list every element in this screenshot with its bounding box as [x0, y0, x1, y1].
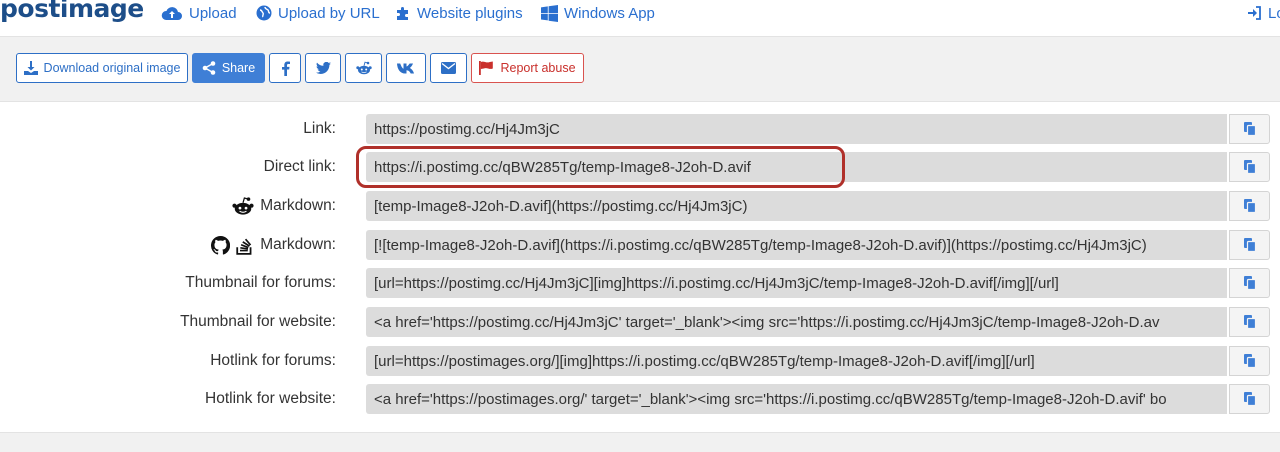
- nav-website-plugins[interactable]: Website plugins: [395, 3, 523, 23]
- github-icon: [211, 235, 231, 255]
- copy-button[interactable]: [1229, 191, 1270, 221]
- row-label: Markdown:: [260, 197, 336, 214]
- report-abuse-button[interactable]: Report abuse: [471, 53, 584, 83]
- vk-share-button[interactable]: [386, 53, 426, 83]
- reddit-icon: [355, 61, 372, 75]
- download-original-label: Download original image: [43, 61, 181, 75]
- copy-button[interactable]: [1229, 346, 1270, 376]
- row-label: Hotlink for forums:: [210, 352, 336, 369]
- download-original-button[interactable]: Download original image: [16, 53, 188, 83]
- puzzle-icon: [397, 7, 408, 20]
- row-label: Link:: [303, 120, 336, 137]
- top-navigation: postimage Upload Upload by URL Website p…: [0, 0, 1280, 34]
- share-button[interactable]: Share: [192, 53, 265, 83]
- row-label: Thumbnail for forums:: [185, 274, 336, 291]
- link-row: Link: https://postimg.cc/Hj4Jm3jC: [0, 112, 1280, 146]
- vk-icon: [397, 63, 414, 73]
- row-label: Direct link:: [263, 158, 336, 175]
- hotlink-forums-field[interactable]: [url=https://postimages.org/][img]https:…: [366, 346, 1227, 376]
- copy-button[interactable]: [1229, 152, 1270, 182]
- copy-icon: [1243, 276, 1256, 290]
- copy-icon: [1243, 199, 1256, 213]
- nav-windows-app-label: Windows App: [564, 4, 655, 22]
- windows-icon: [541, 4, 558, 22]
- copy-icon: [1243, 354, 1256, 368]
- twitter-icon: [315, 61, 331, 74]
- copy-icon: [1243, 238, 1256, 252]
- twitter-share-button[interactable]: [305, 53, 341, 83]
- share-toolbar: Download original image Share Report abu…: [0, 36, 1280, 102]
- nav-upload-label: Upload: [189, 4, 237, 22]
- sign-in-icon: [1248, 6, 1261, 20]
- email-share-button[interactable]: [430, 53, 467, 83]
- hotlink-website-field[interactable]: <a href='https://postimages.org/' target…: [366, 384, 1227, 414]
- nav-login-label: Lo: [1268, 4, 1280, 22]
- nav-upload-by-url[interactable]: Upload by URL: [256, 3, 380, 23]
- direct-link-field[interactable]: https://i.postimg.cc/qBW285Tg/temp-Image…: [366, 152, 1227, 182]
- globe-icon: [256, 5, 272, 21]
- flag-icon: [479, 61, 494, 75]
- copy-button[interactable]: [1229, 268, 1270, 298]
- facebook-icon: [281, 60, 290, 76]
- nav-login[interactable]: Lo: [1247, 3, 1280, 23]
- markdown-reddit-row: Markdown: [temp-Image8-J2oh-D.avif](http…: [0, 189, 1280, 223]
- thumbnail-forums-row: Thumbnail for forums: [url=https://posti…: [0, 266, 1280, 300]
- postimage-logo[interactable]: postimage: [0, 0, 144, 23]
- thumbnail-website-row: Thumbnail for website: <a href='https://…: [0, 305, 1280, 339]
- copy-button[interactable]: [1229, 114, 1270, 144]
- markdown-reddit-field[interactable]: [temp-Image8-J2oh-D.avif](https://postim…: [366, 191, 1227, 221]
- thumbnail-website-field[interactable]: <a href='https://postimg.cc/Hj4Jm3jC' ta…: [366, 307, 1227, 337]
- nav-windows-app[interactable]: Windows App: [541, 3, 655, 23]
- markdown-github-row: Markdown: [![temp-Image8-J2oh-D.avif](ht…: [0, 228, 1280, 262]
- copy-icon: [1243, 392, 1256, 406]
- facebook-share-button[interactable]: [269, 53, 301, 83]
- row-label: Hotlink for website:: [205, 390, 336, 407]
- nav-upload-by-url-label: Upload by URL: [278, 4, 380, 22]
- hotlink-website-row: Hotlink for website: <a href='https://po…: [0, 382, 1280, 416]
- report-abuse-label: Report abuse: [500, 61, 576, 75]
- thumbnail-forums-field[interactable]: [url=https://postimg.cc/Hj4Jm3jC][img]ht…: [366, 268, 1227, 298]
- copy-button[interactable]: [1229, 307, 1270, 337]
- envelope-icon: [441, 62, 456, 74]
- row-label-with-icon: Markdown:: [232, 189, 336, 223]
- stack-overflow-icon: [236, 238, 252, 255]
- reddit-share-button[interactable]: [345, 53, 382, 83]
- row-label: Thumbnail for website:: [180, 313, 336, 330]
- copy-icon: [1243, 315, 1256, 329]
- reddit-icon: [232, 197, 254, 215]
- markdown-github-field[interactable]: [![temp-Image8-J2oh-D.avif](https://i.po…: [366, 230, 1227, 260]
- share-label: Share: [221, 61, 256, 75]
- hotlink-forums-row: Hotlink for forums: [url=https://postima…: [0, 344, 1280, 378]
- copy-button[interactable]: [1229, 384, 1270, 414]
- share-icon: [202, 61, 216, 75]
- row-label: Markdown:: [260, 236, 336, 253]
- footer-band: [0, 432, 1280, 452]
- nav-upload[interactable]: Upload: [161, 3, 237, 23]
- cloud-upload-icon: [161, 7, 182, 20]
- download-icon: [23, 61, 38, 75]
- copy-icon: [1243, 160, 1256, 174]
- copy-button[interactable]: [1229, 230, 1270, 260]
- link-field[interactable]: https://postimg.cc/Hj4Jm3jC: [366, 114, 1227, 144]
- copy-icon: [1243, 122, 1256, 136]
- nav-website-plugins-label: Website plugins: [417, 4, 523, 22]
- direct-link-row: Direct link: https://i.postimg.cc/qBW285…: [0, 150, 1280, 184]
- row-label-with-icons: Markdown:: [211, 228, 336, 262]
